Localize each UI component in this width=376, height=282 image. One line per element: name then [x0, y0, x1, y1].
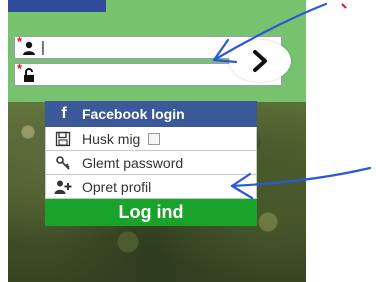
submit-arrow-button[interactable]	[229, 40, 291, 82]
user-icon	[23, 41, 35, 55]
chevron-right-icon	[253, 50, 267, 72]
navy-strip	[8, 0, 106, 12]
forgot-password-link[interactable]: Glemt password	[45, 151, 257, 175]
login-button[interactable]: Log ind	[45, 199, 257, 226]
remember-me-label: Husk mig	[82, 130, 141, 147]
facebook-login-button[interactable]: f Facebook login	[45, 101, 257, 127]
key-icon	[54, 154, 72, 172]
remember-me-checkbox[interactable]	[148, 132, 161, 145]
save-icon	[54, 130, 72, 148]
username-input[interactable]: |	[41, 39, 45, 57]
create-profile-label: Opret profil	[82, 178, 152, 195]
facebook-login-label: Facebook login	[82, 106, 185, 122]
remember-me-row[interactable]: Husk mig	[45, 127, 257, 151]
lock-icon	[24, 68, 34, 82]
create-profile-link[interactable]: Opret profil	[45, 175, 257, 199]
facebook-icon: f	[61, 105, 67, 122]
forgot-password-label: Glemt password	[82, 154, 184, 171]
add-user-icon	[54, 178, 72, 196]
login-menu: f Facebook login Husk mig Glemt password	[45, 101, 257, 226]
annotation-red-mark	[341, 3, 347, 9]
